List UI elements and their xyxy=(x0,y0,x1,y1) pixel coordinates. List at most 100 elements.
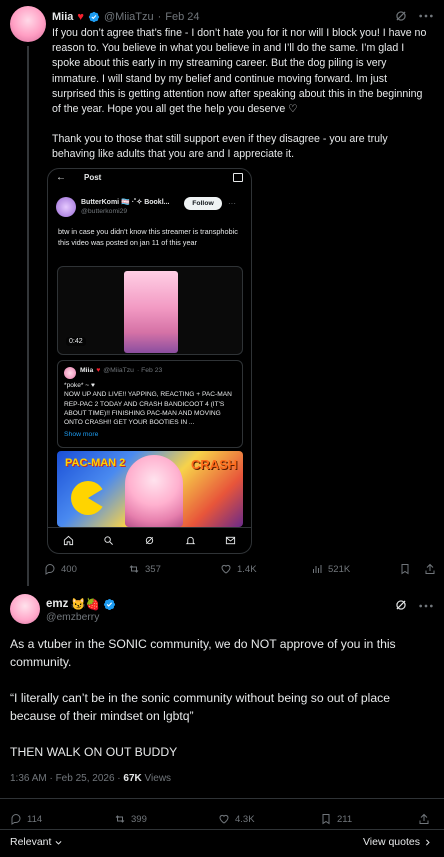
avatar[interactable] xyxy=(10,594,40,624)
author-name[interactable]: Miia xyxy=(52,11,73,23)
attached-screenshot-image[interactable]: ← Post ButterKomi 🏳️‍⚧️ ·˚✧ Bookl... @bu… xyxy=(47,168,252,554)
reply-button[interactable]: 400 xyxy=(44,563,77,575)
pacman-graphic xyxy=(71,481,105,515)
inner-title: Post xyxy=(84,173,102,182)
grok-icon[interactable] xyxy=(394,598,408,612)
sort-relevant-dropdown[interactable]: Relevant xyxy=(10,836,63,848)
quoted-date: · Feb 23 xyxy=(136,367,163,374)
video-timestamp: 0:42 xyxy=(66,337,86,346)
reader-icon xyxy=(233,173,243,182)
grok-icon xyxy=(145,536,154,545)
video-frame xyxy=(124,271,178,353)
bookmark-icon xyxy=(322,814,330,825)
reply-icon xyxy=(11,813,21,825)
views-icon xyxy=(313,565,322,573)
mail-icon xyxy=(226,536,236,545)
views-number: 67K xyxy=(123,773,142,784)
inner-post-text: btw in case you didn't know this streame… xyxy=(58,227,238,247)
quoted-show-more: Show more xyxy=(64,431,99,438)
heart-emoji: ♥ xyxy=(77,11,84,23)
author-name[interactable]: emz xyxy=(46,598,68,610)
inner-more-icon: ··· xyxy=(228,199,236,208)
chevron-down-icon xyxy=(55,840,62,845)
bell-icon xyxy=(185,536,195,545)
quoted-header: Miia ♥ @MiiaTzu · Feb 23 xyxy=(80,367,162,374)
repost-icon xyxy=(115,815,125,823)
divider xyxy=(0,829,444,830)
separator: · xyxy=(157,11,162,23)
post-paragraph: “I literally can’t be in the sonic commu… xyxy=(10,691,391,723)
post-header: Miia ♥ @MiiaTzu · Feb 24 xyxy=(52,8,382,26)
view-quotes-link[interactable]: View quotes xyxy=(363,836,432,848)
views-count: 521K xyxy=(328,563,351,575)
share-icon[interactable] xyxy=(424,563,436,575)
author-name-row: emz 😼🍓 xyxy=(46,597,116,611)
post-actions: 114 399 4.3K 211 xyxy=(10,813,434,829)
quoted-avatar xyxy=(64,367,76,379)
like-button[interactable]: 1.4K xyxy=(220,563,257,575)
inner-avatar xyxy=(56,197,76,217)
game-title-right: CRASH xyxy=(191,457,238,472)
heart-icon xyxy=(221,564,231,574)
inner-follow-button: Follow xyxy=(184,197,222,210)
inner-quoted-post: Miia ♥ @MiiaTzu · Feb 23 *poke* ~ ♥ NOW … xyxy=(57,360,243,448)
like-button[interactable]: 4.3K xyxy=(218,813,255,825)
post-text: As a vtuber in the SONIC community, we d… xyxy=(10,635,430,761)
post-paragraph: Thank you to those that still support ev… xyxy=(52,133,388,161)
repost-count: 357 xyxy=(145,563,161,575)
more-options-icon[interactable] xyxy=(418,10,434,22)
timestamp-text[interactable]: 1:36 AM · Feb 25, 2026 · xyxy=(10,773,123,784)
verified-badge-icon xyxy=(103,598,116,610)
like-count: 4.3K xyxy=(235,813,255,825)
post-date[interactable]: Feb 24 xyxy=(165,11,199,23)
bookmark-count: 211 xyxy=(337,813,353,825)
post-paragraph: As a vtuber in the SONIC community, we d… xyxy=(10,637,396,669)
repost-icon xyxy=(129,565,139,573)
inner-author-name: ButterKomi 🏳️‍⚧️ ·˚✧ Bookl... xyxy=(81,199,170,206)
grok-icon[interactable] xyxy=(394,9,408,23)
repost-button[interactable]: 357 xyxy=(128,563,161,575)
divider xyxy=(0,798,444,799)
search-icon xyxy=(104,536,114,545)
reply-count: 114 xyxy=(27,813,43,825)
avatar[interactable] xyxy=(10,6,46,42)
reply-button[interactable]: 114 xyxy=(10,813,42,825)
vtuber-character-graphic xyxy=(125,455,183,527)
quoted-text: *poke* ~ ♥ NOW UP AND LIVE!! YAPPING, RE… xyxy=(64,382,232,427)
sort-label: Relevant xyxy=(10,836,52,848)
bookmark-button[interactable]: 211 xyxy=(320,813,352,825)
inner-video: 0:42 xyxy=(57,266,243,355)
quoted-name: Miia xyxy=(80,367,94,374)
bookmark-icon[interactable] xyxy=(399,563,411,575)
quoted-heart: ♥ xyxy=(96,367,101,374)
thread-line xyxy=(27,46,29,586)
chevron-right-icon xyxy=(426,839,430,845)
views-button[interactable]: 521K xyxy=(311,563,350,575)
post-paragraph: THEN WALK ON OUT BUDDY xyxy=(10,745,178,759)
verified-badge-icon xyxy=(88,11,100,23)
reply-icon xyxy=(45,563,55,575)
game-title-left: PAC-MAN 2 xyxy=(65,457,126,469)
post-actions: 400 357 1.4K 521K xyxy=(44,563,436,579)
game-banner-image: PAC-MAN 2 CRASH xyxy=(57,451,243,527)
more-options-icon[interactable] xyxy=(418,600,434,612)
inner-top-bar: ← Post xyxy=(48,169,251,187)
share-icon[interactable] xyxy=(418,813,430,825)
post-text: If you don’t agree that’s fine - I don’t… xyxy=(52,26,432,163)
heart-icon xyxy=(219,814,229,824)
home-icon xyxy=(63,535,73,546)
repost-button[interactable]: 399 xyxy=(114,813,147,825)
view-quotes-label: View quotes xyxy=(362,836,420,848)
back-arrow-icon: ← xyxy=(56,172,66,183)
post-timestamp: 1:36 AM · Feb 25, 2026 · 67K Views xyxy=(10,773,171,784)
author-handle[interactable]: @emzberry xyxy=(46,612,99,623)
views-label: Views xyxy=(141,773,172,784)
like-count: 1.4K xyxy=(237,563,257,575)
name-emojis: 😼🍓 xyxy=(71,599,101,611)
inner-author-handle: @butterkomi29 xyxy=(81,208,128,215)
quoted-handle: @MiiaTzu xyxy=(103,367,134,374)
reply-count: 400 xyxy=(61,563,77,575)
repost-count: 399 xyxy=(131,813,147,825)
author-handle[interactable]: @MiiaTzu xyxy=(104,11,154,23)
post-paragraph: If you don’t agree that’s fine - I don’t… xyxy=(52,27,427,116)
